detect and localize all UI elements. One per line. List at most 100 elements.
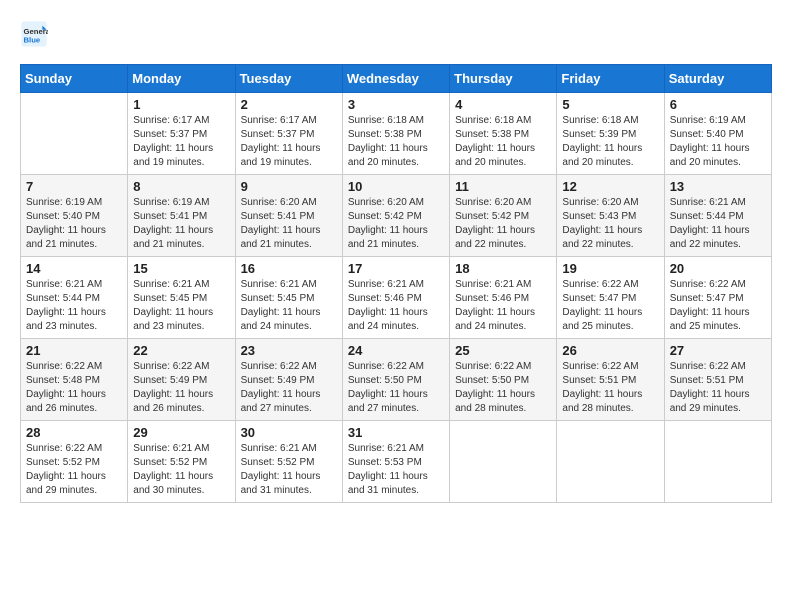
day-info: Sunrise: 6:22 AM Sunset: 5:49 PM Dayligh… [133, 360, 229, 416]
calendar-cell: 22 Sunrise: 6:22 AM Sunset: 5:49 PM Dayli… [128, 339, 235, 421]
day-number: 27 [670, 343, 766, 358]
col-header-friday: Friday [557, 65, 664, 93]
day-info: Sunrise: 6:18 AM Sunset: 5:39 PM Dayligh… [562, 114, 658, 170]
day-number: 20 [670, 261, 766, 276]
calendar-cell: 9 Sunrise: 6:20 AM Sunset: 5:41 PM Daylig… [235, 175, 342, 257]
col-header-sunday: Sunday [21, 65, 128, 93]
calendar-cell: 23Sunrise: 6:22 AM Sunset: 5:49 PM Dayli… [235, 339, 342, 421]
col-header-thursday: Thursday [450, 65, 557, 93]
calendar-cell: 6 Sunrise: 6:19 AM Sunset: 5:40 PM Daylig… [664, 93, 771, 175]
week-row-1: 1 Sunrise: 6:17 AM Sunset: 5:37 PM Daylig… [21, 93, 772, 175]
calendar-table: SundayMondayTuesdayWednesdayThursdayFrid… [20, 64, 772, 503]
day-info: Sunrise: 6:18 AM Sunset: 5:38 PM Dayligh… [455, 114, 551, 170]
col-header-monday: Monday [128, 65, 235, 93]
day-number: 30 [241, 425, 337, 440]
calendar-cell [664, 421, 771, 503]
calendar-cell: 28Sunrise: 6:22 AM Sunset: 5:52 PM Dayli… [21, 421, 128, 503]
day-number: 3 [348, 97, 444, 112]
calendar-header: SundayMondayTuesdayWednesdayThursdayFrid… [21, 65, 772, 93]
calendar-cell: 7Sunrise: 6:19 AM Sunset: 5:40 PM Daylig… [21, 175, 128, 257]
calendar-cell: 26Sunrise: 6:22 AM Sunset: 5:51 PM Dayli… [557, 339, 664, 421]
calendar-cell: 15Sunrise: 6:21 AM Sunset: 5:45 PM Dayli… [128, 257, 235, 339]
day-info: Sunrise: 6:17 AM Sunset: 5:37 PM Dayligh… [241, 114, 337, 170]
day-number: 2 [241, 97, 337, 112]
logo: General Blue [20, 20, 52, 48]
day-info: Sunrise: 6:22 AM Sunset: 5:51 PM Dayligh… [670, 360, 766, 416]
day-number: 28 [26, 425, 122, 440]
day-number: 8 [133, 179, 229, 194]
calendar-cell: 16 Sunrise: 6:21 AM Sunset: 5:45 PM Dayli… [235, 257, 342, 339]
calendar-cell: 3 Sunrise: 6:18 AM Sunset: 5:38 PM Daylig… [342, 93, 449, 175]
day-info: Sunrise: 6:22 AM Sunset: 5:50 PM Dayligh… [348, 360, 444, 416]
calendar-cell [21, 93, 128, 175]
day-number: 15 [133, 261, 229, 276]
calendar-cell: 18 Sunrise: 6:21 AM Sunset: 5:46 PM Dayli… [450, 257, 557, 339]
calendar-cell: 24 Sunrise: 6:22 AM Sunset: 5:50 PM Dayli… [342, 339, 449, 421]
calendar-cell: 20 Sunrise: 6:22 AM Sunset: 5:47 PM Dayli… [664, 257, 771, 339]
calendar-cell: 21 Sunrise: 6:22 AM Sunset: 5:48 PM Dayli… [21, 339, 128, 421]
calendar-cell: 11Sunrise: 6:20 AM Sunset: 5:42 PM Dayli… [450, 175, 557, 257]
day-info: Sunrise: 6:17 AM Sunset: 5:37 PM Dayligh… [133, 114, 229, 170]
day-info: Sunrise: 6:22 AM Sunset: 5:47 PM Dayligh… [670, 278, 766, 334]
calendar-cell: 25Sunrise: 6:22 AM Sunset: 5:50 PM Dayli… [450, 339, 557, 421]
day-info: Sunrise: 6:21 AM Sunset: 5:45 PM Dayligh… [241, 278, 337, 334]
calendar-cell: 2 Sunrise: 6:17 AM Sunset: 5:37 PM Daylig… [235, 93, 342, 175]
col-header-saturday: Saturday [664, 65, 771, 93]
calendar-cell: 31 Sunrise: 6:21 AM Sunset: 5:53 PM Dayli… [342, 421, 449, 503]
day-number: 17 [348, 261, 444, 276]
day-info: Sunrise: 6:21 AM Sunset: 5:44 PM Dayligh… [26, 278, 122, 334]
day-number: 31 [348, 425, 444, 440]
calendar-cell: 8 Sunrise: 6:19 AM Sunset: 5:41 PM Daylig… [128, 175, 235, 257]
calendar-cell: 19 Sunrise: 6:22 AM Sunset: 5:47 PM Dayli… [557, 257, 664, 339]
day-number: 10 [348, 179, 444, 194]
calendar-cell [557, 421, 664, 503]
day-info: Sunrise: 6:19 AM Sunset: 5:40 PM Dayligh… [670, 114, 766, 170]
day-number: 5 [562, 97, 658, 112]
day-info: Sunrise: 6:18 AM Sunset: 5:38 PM Dayligh… [348, 114, 444, 170]
day-info: Sunrise: 6:21 AM Sunset: 5:44 PM Dayligh… [670, 196, 766, 252]
day-number: 6 [670, 97, 766, 112]
week-row-4: 21 Sunrise: 6:22 AM Sunset: 5:48 PM Dayli… [21, 339, 772, 421]
day-info: Sunrise: 6:21 AM Sunset: 5:53 PM Dayligh… [348, 442, 444, 498]
calendar-cell: 17 Sunrise: 6:21 AM Sunset: 5:46 PM Dayli… [342, 257, 449, 339]
day-info: Sunrise: 6:21 AM Sunset: 5:46 PM Dayligh… [348, 278, 444, 334]
calendar-cell [450, 421, 557, 503]
day-number: 13 [670, 179, 766, 194]
day-info: Sunrise: 6:19 AM Sunset: 5:40 PM Dayligh… [26, 196, 122, 252]
day-info: Sunrise: 6:20 AM Sunset: 5:43 PM Dayligh… [562, 196, 658, 252]
day-info: Sunrise: 6:21 AM Sunset: 5:46 PM Dayligh… [455, 278, 551, 334]
day-number: 4 [455, 97, 551, 112]
col-header-tuesday: Tuesday [235, 65, 342, 93]
logo-icon: General Blue [20, 20, 48, 48]
day-number: 24 [348, 343, 444, 358]
day-number: 29 [133, 425, 229, 440]
day-info: Sunrise: 6:22 AM Sunset: 5:49 PM Dayligh… [241, 360, 337, 416]
col-header-wednesday: Wednesday [342, 65, 449, 93]
calendar-cell: 1 Sunrise: 6:17 AM Sunset: 5:37 PM Daylig… [128, 93, 235, 175]
day-number: 19 [562, 261, 658, 276]
day-info: Sunrise: 6:20 AM Sunset: 5:41 PM Dayligh… [241, 196, 337, 252]
day-number: 16 [241, 261, 337, 276]
calendar-cell: 30 Sunrise: 6:21 AM Sunset: 5:52 PM Dayli… [235, 421, 342, 503]
calendar-cell: 14 Sunrise: 6:21 AM Sunset: 5:44 PM Dayli… [21, 257, 128, 339]
day-number: 14 [26, 261, 122, 276]
week-row-5: 28Sunrise: 6:22 AM Sunset: 5:52 PM Dayli… [21, 421, 772, 503]
calendar-cell: 13 Sunrise: 6:21 AM Sunset: 5:44 PM Dayli… [664, 175, 771, 257]
week-row-2: 7Sunrise: 6:19 AM Sunset: 5:40 PM Daylig… [21, 175, 772, 257]
day-number: 26 [562, 343, 658, 358]
day-number: 18 [455, 261, 551, 276]
day-info: Sunrise: 6:22 AM Sunset: 5:48 PM Dayligh… [26, 360, 122, 416]
day-info: Sunrise: 6:22 AM Sunset: 5:50 PM Dayligh… [455, 360, 551, 416]
day-number: 21 [26, 343, 122, 358]
day-info: Sunrise: 6:20 AM Sunset: 5:42 PM Dayligh… [348, 196, 444, 252]
day-info: Sunrise: 6:21 AM Sunset: 5:52 PM Dayligh… [241, 442, 337, 498]
day-info: Sunrise: 6:22 AM Sunset: 5:47 PM Dayligh… [562, 278, 658, 334]
day-number: 1 [133, 97, 229, 112]
calendar-cell: 27 Sunrise: 6:22 AM Sunset: 5:51 PM Dayli… [664, 339, 771, 421]
day-number: 9 [241, 179, 337, 194]
day-number: 22 [133, 343, 229, 358]
calendar-cell: 10 Sunrise: 6:20 AM Sunset: 5:42 PM Dayli… [342, 175, 449, 257]
day-number: 12 [562, 179, 658, 194]
day-info: Sunrise: 6:19 AM Sunset: 5:41 PM Dayligh… [133, 196, 229, 252]
day-number: 11 [455, 179, 551, 194]
